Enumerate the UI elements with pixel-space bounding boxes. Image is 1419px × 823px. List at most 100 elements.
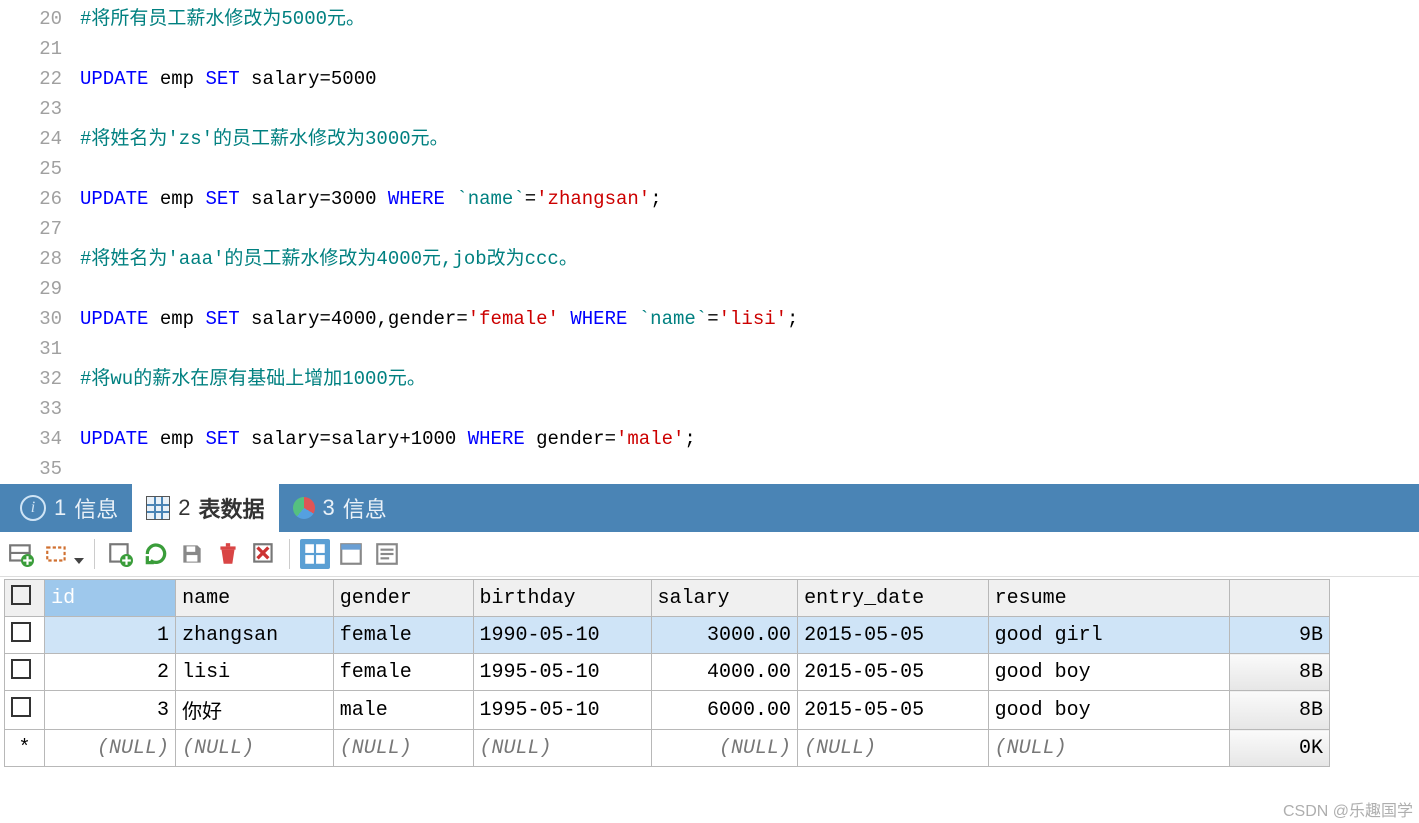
code-line[interactable]: 31 [0,334,1419,364]
code-line[interactable]: 28#将姓名为'aaa'的员工薪水修改为4000元,job改为ccc。 [0,244,1419,274]
cell[interactable]: 2015-05-05 [798,691,989,730]
code-content[interactable]: #将所有员工薪水修改为5000元。 [80,4,1419,34]
cell[interactable]: female [333,617,473,654]
cell[interactable]: 1 [45,617,176,654]
checkbox-icon[interactable] [11,659,31,679]
text-view-button[interactable] [372,539,402,569]
blob-size-button[interactable]: 0K [1230,730,1330,767]
code-line[interactable]: 34UPDATE emp SET salary=salary+1000 WHER… [0,424,1419,454]
select-all-header[interactable] [5,580,45,617]
null-cell[interactable]: (NULL) [988,730,1230,767]
save-button[interactable] [177,539,207,569]
code-line[interactable]: 21 [0,34,1419,64]
cell[interactable]: 3 [45,691,176,730]
code-content[interactable] [80,214,1419,244]
code-content[interactable] [80,94,1419,124]
blob-size-button[interactable]: 9B [1230,617,1330,654]
cell[interactable]: 6000.00 [651,691,798,730]
code-line[interactable]: 32#将wu的薪水在原有基础上增加1000元。 [0,364,1419,394]
cell[interactable]: male [333,691,473,730]
cell[interactable]: 你好 [176,691,334,730]
tab-info-1[interactable]: i 1 信息 [6,484,132,532]
data-grid[interactable]: idnamegenderbirthdaysalaryentry_dateresu… [4,579,1330,767]
code-line[interactable]: 35 [0,454,1419,484]
null-cell[interactable]: (NULL) [651,730,798,767]
code-line[interactable]: 22UPDATE emp SET salary=5000 [0,64,1419,94]
new-row[interactable]: *(NULL)(NULL)(NULL)(NULL)(NULL)(NULL)(NU… [5,730,1330,767]
add-record-button[interactable] [105,539,135,569]
checkbox-icon[interactable] [11,622,31,642]
cell[interactable]: 2015-05-05 [798,617,989,654]
cell[interactable]: lisi [176,654,334,691]
null-cell[interactable]: (NULL) [333,730,473,767]
delete-button[interactable] [213,539,243,569]
cell[interactable]: 2 [45,654,176,691]
column-header-gender[interactable]: gender [333,580,473,617]
code-line[interactable]: 26UPDATE emp SET salary=3000 WHERE `name… [0,184,1419,214]
grid-view-button[interactable] [300,539,330,569]
column-header-id[interactable]: id [45,580,176,617]
null-cell[interactable]: (NULL) [473,730,651,767]
code-content[interactable]: UPDATE emp SET salary=5000 [80,64,1419,94]
cell[interactable]: female [333,654,473,691]
null-cell[interactable]: (NULL) [798,730,989,767]
code-line[interactable]: 23 [0,94,1419,124]
code-line[interactable]: 25 [0,154,1419,184]
column-header-entry_date[interactable]: entry_date [798,580,989,617]
tab-table-data[interactable]: 2 表数据 [132,484,278,532]
table-row[interactable]: 2lisifemale1995-05-104000.002015-05-05go… [5,654,1330,691]
table-row[interactable]: 3你好male1995-05-106000.002015-05-05good b… [5,691,1330,730]
checkbox-icon[interactable] [11,697,31,717]
code-content[interactable]: #将姓名为'zs'的员工薪水修改为3000元。 [80,124,1419,154]
cell[interactable]: zhangsan [176,617,334,654]
code-content[interactable]: UPDATE emp SET salary=salary+1000 WHERE … [80,424,1419,454]
code-line[interactable]: 27 [0,214,1419,244]
column-header-size[interactable] [1230,580,1330,617]
cell[interactable]: good boy [988,691,1230,730]
null-cell[interactable]: (NULL) [45,730,176,767]
blob-size-button[interactable]: 8B [1230,691,1330,730]
row-checkbox[interactable] [5,654,45,691]
code-content[interactable] [80,154,1419,184]
code-content[interactable]: #将wu的薪水在原有基础上增加1000元。 [80,364,1419,394]
cell[interactable]: good girl [988,617,1230,654]
table-row[interactable]: 1zhangsanfemale1990-05-103000.002015-05-… [5,617,1330,654]
column-header-birthday[interactable]: birthday [473,580,651,617]
insert-row-button[interactable] [6,539,36,569]
checkbox-icon[interactable] [11,585,31,605]
code-line[interactable]: 20#将所有员工薪水修改为5000元。 [0,4,1419,34]
copy-row-button[interactable] [42,539,72,569]
cell[interactable]: 1995-05-10 [473,691,651,730]
cancel-changes-button[interactable] [249,539,279,569]
code-content[interactable]: #将姓名为'aaa'的员工薪水修改为4000元,job改为ccc。 [80,244,1419,274]
code-content[interactable] [80,334,1419,364]
refresh-button[interactable] [141,539,171,569]
cell[interactable]: 1990-05-10 [473,617,651,654]
dropdown-caret-icon[interactable] [74,558,84,564]
cell[interactable]: good boy [988,654,1230,691]
code-line[interactable]: 30UPDATE emp SET salary=4000,gender='fem… [0,304,1419,334]
cell[interactable]: 3000.00 [651,617,798,654]
code-line[interactable]: 24#将姓名为'zs'的员工薪水修改为3000元。 [0,124,1419,154]
code-content[interactable]: UPDATE emp SET salary=3000 WHERE `name`=… [80,184,1419,214]
blob-size-button[interactable]: 8B [1230,654,1330,691]
code-content[interactable] [80,34,1419,64]
code-line[interactable]: 29 [0,274,1419,304]
column-header-name[interactable]: name [176,580,334,617]
cell[interactable]: 1995-05-10 [473,654,651,691]
code-content[interactable]: UPDATE emp SET salary=4000,gender='femal… [80,304,1419,334]
column-header-salary[interactable]: salary [651,580,798,617]
cell[interactable]: 2015-05-05 [798,654,989,691]
row-checkbox[interactable] [5,617,45,654]
code-content[interactable] [80,454,1419,484]
row-checkbox[interactable] [5,691,45,730]
code-line[interactable]: 33 [0,394,1419,424]
null-cell[interactable]: (NULL) [176,730,334,767]
column-header-resume[interactable]: resume [988,580,1230,617]
code-content[interactable] [80,394,1419,424]
cell[interactable]: 4000.00 [651,654,798,691]
tab-info-3[interactable]: 3 信息 [279,484,401,532]
code-content[interactable] [80,274,1419,304]
form-view-button[interactable] [336,539,366,569]
sql-editor[interactable]: 20#将所有员工薪水修改为5000元。2122UPDATE emp SET sa… [0,0,1419,484]
